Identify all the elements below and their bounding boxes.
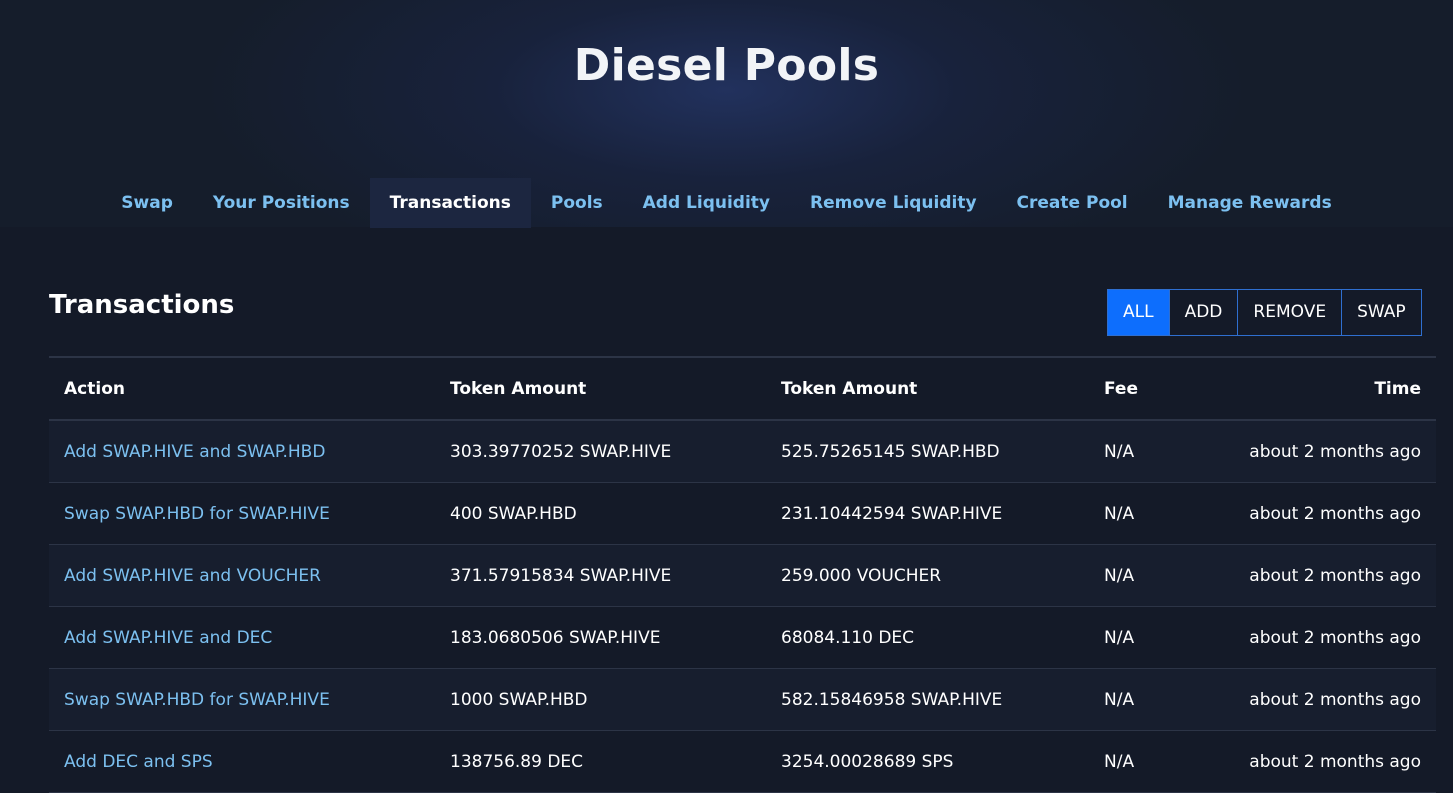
token-amount-2: 259.000 VOUCHER (781, 565, 942, 586)
table-header-row: Action Token Amount Token Amount Fee Tim… (49, 358, 1436, 421)
column-header-token-amount-1: Token Amount (450, 378, 587, 399)
table-row: Add SWAP.HIVE and SWAP.HBD 303.39770252 … (49, 421, 1436, 483)
transaction-action-link[interactable]: Swap SWAP.HBD for SWAP.HIVE (64, 483, 330, 544)
transaction-action-link[interactable]: Add SWAP.HIVE and SWAP.HBD (64, 421, 325, 482)
table-row: Swap SWAP.HBD for SWAP.HIVE 400 SWAP.HBD… (49, 483, 1436, 545)
time-value: about 2 months ago (1249, 503, 1421, 524)
transaction-action-link[interactable]: Add SWAP.HIVE and DEC (64, 607, 272, 668)
time-value: about 2 months ago (1249, 627, 1421, 648)
transaction-action-link[interactable]: Swap SWAP.HBD for SWAP.HIVE (64, 669, 330, 730)
tab-pools[interactable]: Pools (531, 178, 623, 228)
fee-value: N/A (1104, 565, 1135, 586)
token-amount-2: 525.75265145 SWAP.HBD (781, 441, 1000, 462)
fee-value: N/A (1104, 627, 1135, 648)
column-header-fee: Fee (1104, 378, 1138, 399)
table-row: Add SWAP.HIVE and DEC 183.0680506 SWAP.H… (49, 607, 1436, 669)
filter-all-button[interactable]: ALL (1108, 290, 1169, 335)
token-amount-1: 400 SWAP.HBD (450, 503, 577, 524)
token-amount-2: 68084.110 DEC (781, 627, 915, 648)
token-amount-1: 183.0680506 SWAP.HIVE (450, 627, 661, 648)
tab-remove-liquidity[interactable]: Remove Liquidity (790, 178, 997, 228)
tab-transactions[interactable]: Transactions (369, 178, 531, 228)
tab-create-pool[interactable]: Create Pool (997, 178, 1148, 228)
column-header-time: Time (1374, 378, 1421, 399)
tab-add-liquidity[interactable]: Add Liquidity (623, 178, 790, 228)
transactions-table: Action Token Amount Token Amount Fee Tim… (49, 356, 1436, 793)
filter-swap-button[interactable]: SWAP (1341, 290, 1421, 335)
column-header-token-amount-2: Token Amount (781, 378, 918, 399)
time-value: about 2 months ago (1249, 565, 1421, 586)
table-row: Add DEC and SPS 138756.89 DEC 3254.00028… (49, 731, 1436, 793)
page-title: Diesel Pools (573, 40, 880, 91)
token-amount-2: 582.15846958 SWAP.HIVE (781, 689, 1003, 710)
hero-banner: Diesel Pools Swap Your Positions Transac… (0, 0, 1453, 228)
tab-swap[interactable]: Swap (101, 178, 193, 228)
transaction-type-filter: ALL ADD REMOVE SWAP (1107, 289, 1422, 336)
token-amount-1: 1000 SWAP.HBD (450, 689, 588, 710)
tab-your-positions[interactable]: Your Positions (193, 178, 370, 228)
main-nav: Swap Your Positions Transactions Pools A… (0, 178, 1453, 228)
column-header-action: Action (64, 378, 125, 399)
time-value: about 2 months ago (1249, 441, 1421, 462)
transaction-action-link[interactable]: Add SWAP.HIVE and VOUCHER (64, 545, 321, 606)
table-row: Swap SWAP.HBD for SWAP.HIVE 1000 SWAP.HB… (49, 669, 1436, 731)
filter-add-button[interactable]: ADD (1168, 290, 1238, 335)
fee-value: N/A (1104, 441, 1135, 462)
filter-remove-button[interactable]: REMOVE (1237, 290, 1341, 335)
tab-manage-rewards[interactable]: Manage Rewards (1148, 178, 1352, 228)
fee-value: N/A (1104, 503, 1135, 524)
token-amount-1: 371.57915834 SWAP.HIVE (450, 565, 672, 586)
token-amount-2: 231.10442594 SWAP.HIVE (781, 503, 1003, 524)
section-title: Transactions (49, 290, 235, 320)
fee-value: N/A (1104, 689, 1135, 710)
table-row: Add SWAP.HIVE and VOUCHER 371.57915834 S… (49, 545, 1436, 607)
time-value: about 2 months ago (1249, 689, 1421, 710)
token-amount-1: 303.39770252 SWAP.HIVE (450, 441, 672, 462)
